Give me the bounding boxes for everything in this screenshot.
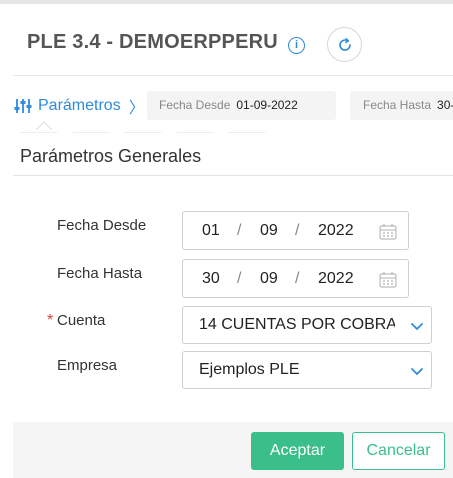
date-month[interactable]: 09 — [260, 222, 278, 240]
section-title: Parámetros Generales — [20, 146, 202, 166]
hidden-tabs-strip — [20, 123, 320, 133]
section-divider — [13, 175, 453, 176]
info-icon[interactable]: i — [288, 37, 305, 54]
empresa-label: Empresa — [57, 357, 118, 374]
app-header: PLE 3.4 - DEMOERPPERU i — [0, 4, 453, 74]
header-divider — [13, 75, 453, 76]
cuenta-select-value: 14 CUENTAS POR COBRAR — [199, 316, 395, 333]
date-separator: / — [237, 270, 242, 287]
date-month[interactable]: 09 — [260, 270, 278, 288]
date-year[interactable]: 2022 — [318, 222, 354, 240]
filter-chip-label: Fecha Desde — [159, 98, 231, 112]
params-toggle-link[interactable]: Parámetros 〉 — [14, 94, 145, 118]
chevron-down-icon — [411, 368, 423, 375]
sliders-icon — [14, 99, 32, 113]
accept-button[interactable]: Aceptar — [251, 432, 344, 470]
required-marker: * — [47, 312, 54, 329]
chevron-down-icon — [411, 323, 423, 330]
date-day[interactable]: 01 — [202, 222, 220, 240]
date-separator: / — [295, 270, 300, 287]
chevron-right-icon: 〉 — [128, 100, 145, 117]
fecha-desde-label: Fecha Desde — [57, 217, 147, 234]
filter-chip-label: Fecha Hasta — [363, 98, 432, 112]
filter-chip-fecha-desde: Fecha Desde 01-09-2022 — [147, 91, 336, 120]
filter-chip-value: 30-09-2022 — [437, 98, 453, 112]
fecha-hasta-input[interactable]: 30 / 09 / 2022 — [182, 259, 409, 298]
date-separator: / — [237, 222, 242, 239]
cuenta-select[interactable]: 14 CUENTAS POR COBRAR — [182, 306, 432, 344]
filter-chip-fecha-hasta: Fecha Hasta 30-09-2022 — [350, 91, 453, 120]
empresa-select-value: Ejemplos PLE — [199, 361, 300, 378]
date-separator: / — [295, 222, 300, 239]
cuenta-label: Cuenta — [57, 312, 106, 329]
fecha-desde-input[interactable]: 01 / 09 / 2022 — [182, 211, 409, 250]
refresh-icon — [339, 38, 351, 51]
cancel-button[interactable]: Cancelar — [352, 432, 445, 470]
params-bar: Parámetros 〉 Fecha Desde 01-09-2022 Fecha… — [0, 86, 453, 126]
calendar-icon[interactable] — [379, 271, 397, 288]
fecha-hasta-label: Fecha Hasta — [57, 265, 143, 282]
app-title: PLE 3.4 - DEMOERPPERU — [27, 31, 278, 53]
empresa-select[interactable]: Ejemplos PLE — [182, 351, 432, 389]
filter-chip-value: 01-09-2022 — [236, 98, 298, 112]
date-year[interactable]: 2022 — [318, 270, 354, 288]
refresh-button[interactable] — [327, 27, 362, 62]
dropdown-caret — [36, 122, 52, 130]
date-day[interactable]: 30 — [202, 270, 220, 288]
params-link-label: Parámetros — [38, 97, 121, 114]
calendar-icon[interactable] — [379, 223, 397, 240]
